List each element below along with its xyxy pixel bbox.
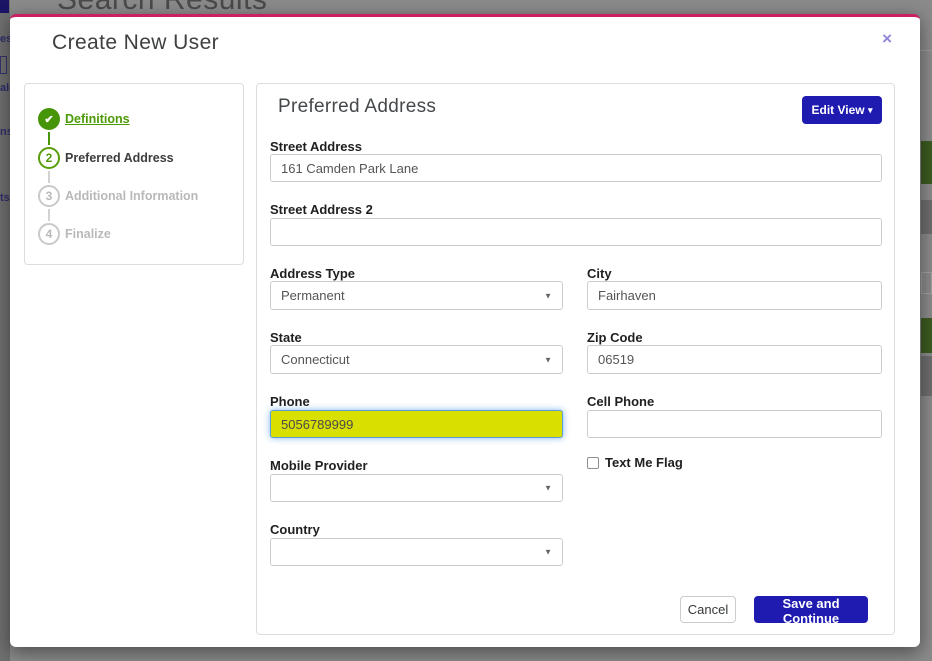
mobile-provider-label: Mobile Provider <box>270 458 368 473</box>
country-select[interactable]: ▼ <box>270 538 563 566</box>
background-sidebar: es als ns ts <box>0 0 15 661</box>
background-badge-fragment <box>921 318 932 353</box>
city-input[interactable] <box>587 281 882 310</box>
state-label: State <box>270 330 302 345</box>
street-address-2-input[interactable] <box>270 218 882 246</box>
form-title: Preferred Address <box>278 96 437 117</box>
background-link-fragment: ts <box>0 192 10 204</box>
close-icon[interactable]: × <box>882 30 892 47</box>
cell-phone-input[interactable] <box>587 410 882 438</box>
step-definitions-circle: ✔ <box>38 108 60 130</box>
modal-title: Create New User <box>52 31 220 54</box>
text-me-flag-checkbox[interactable] <box>587 457 599 469</box>
edit-view-button[interactable]: Edit View ▾ <box>802 96 882 124</box>
background-input-fragment <box>0 56 7 74</box>
mobile-provider-select[interactable]: ▼ <box>270 474 563 502</box>
step-connector <box>48 209 50 221</box>
background-divider <box>920 50 932 51</box>
cancel-button[interactable]: Cancel <box>680 596 736 623</box>
check-icon: ✔ <box>44 113 54 126</box>
preferred-address-form: Preferred Address Edit View ▾ Street Add… <box>256 83 895 635</box>
background-cell-fragment <box>921 356 932 396</box>
background-cell-fragment <box>921 200 932 234</box>
wizard-step-definitions[interactable]: Definitions <box>65 112 130 126</box>
street-address-input[interactable] <box>270 154 882 182</box>
zip-code-label: Zip Code <box>587 330 643 345</box>
country-label: Country <box>270 522 320 537</box>
address-type-select[interactable]: Permanent ▼ <box>270 281 563 310</box>
step-additional-information-circle: 3 <box>38 185 60 207</box>
select-caret-icon: ▼ <box>544 291 552 300</box>
create-new-user-modal: Create New User × ✔ Definitions 2 Prefer… <box>10 14 920 647</box>
street-address-2-label: Street Address 2 <box>270 202 373 217</box>
background-sidebar-block <box>0 0 9 13</box>
phone-input[interactable] <box>270 410 563 438</box>
step-finalize-circle: 4 <box>38 223 60 245</box>
edit-view-label: Edit View <box>811 103 865 117</box>
city-label: City <box>587 266 612 281</box>
wizard-step-finalize: Finalize <box>65 227 111 241</box>
address-type-value: Permanent <box>281 288 345 303</box>
step-connector <box>48 132 50 145</box>
step-preferred-address-circle: 2 <box>38 147 60 169</box>
state-value: Connecticut <box>281 352 350 367</box>
cell-phone-label: Cell Phone <box>587 394 655 409</box>
save-and-continue-button[interactable]: Save and Continue <box>754 596 868 626</box>
select-caret-icon: ▼ <box>544 483 552 493</box>
background-field-fragment <box>921 272 932 294</box>
select-caret-icon: ▼ <box>544 355 552 364</box>
phone-label: Phone <box>270 394 310 409</box>
step-connector <box>48 171 50 183</box>
wizard-step-additional-information: Additional Information <box>65 189 199 203</box>
select-caret-icon: ▼ <box>544 547 552 557</box>
background-badge-fragment <box>921 141 932 184</box>
street-address-label: Street Address <box>270 139 362 154</box>
state-select[interactable]: Connecticut ▼ <box>270 345 563 374</box>
screen: Search Results es als ns ts Create New U… <box>0 0 932 661</box>
chevron-down-icon: ▾ <box>867 105 873 115</box>
address-type-label: Address Type <box>270 266 356 281</box>
zip-code-input[interactable] <box>587 345 882 374</box>
wizard-step-preferred-address[interactable]: Preferred Address <box>65 151 174 165</box>
wizard-stepper: ✔ Definitions 2 Preferred Address 3 Addi… <box>24 83 244 265</box>
text-me-flag-label: Text Me Flag <box>605 455 683 470</box>
